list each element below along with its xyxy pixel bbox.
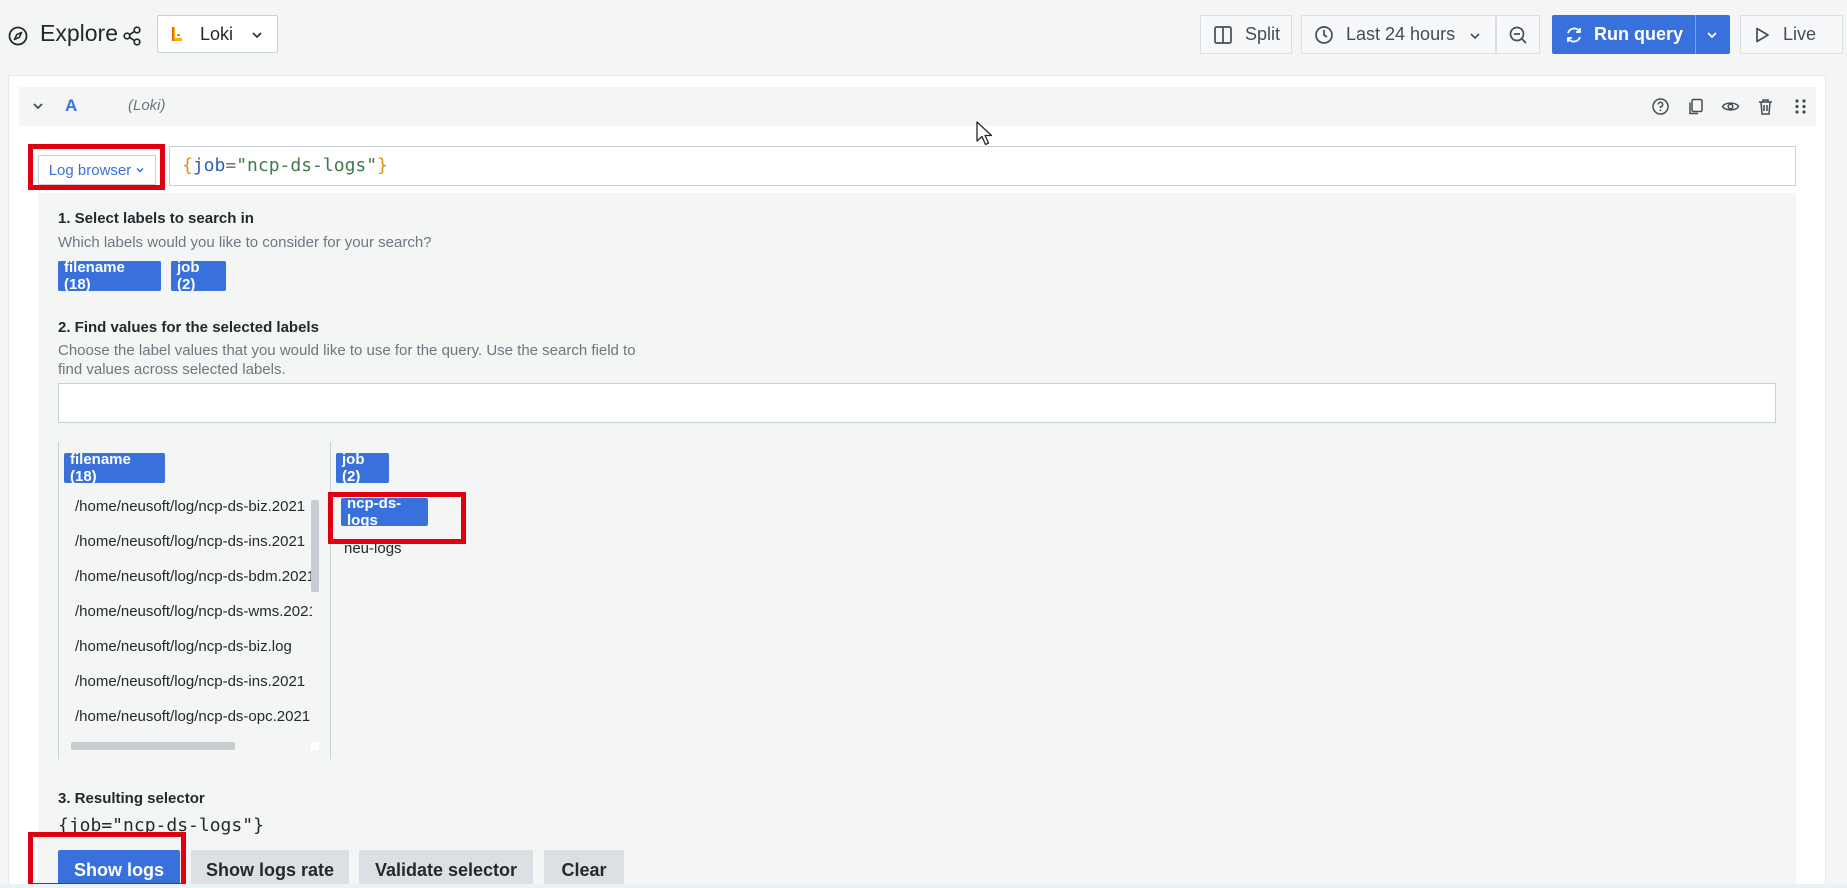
list-item[interactable]: /home/neusoft/log/ncp-ds-wms.2021 xyxy=(75,603,312,620)
columns-icon xyxy=(1214,25,1232,44)
filename-values-list: filename (18) /home/neusoft/log/ncp-ds-b… xyxy=(58,442,331,759)
label-chip-filename[interactable]: filename (18) xyxy=(58,259,161,293)
zoom-out-icon xyxy=(1509,26,1527,44)
datasource-picker[interactable]: Loki xyxy=(157,15,278,53)
trash-icon[interactable] xyxy=(1756,97,1775,116)
help-icon[interactable] xyxy=(1651,97,1670,116)
query-ref-id[interactable]: A xyxy=(65,96,77,116)
split-button[interactable]: Split xyxy=(1200,15,1292,54)
live-label: Live xyxy=(1783,24,1817,44)
query-datasource-name: (Loki) xyxy=(128,97,166,114)
step1-description: Which labels would you like to consider … xyxy=(58,234,432,251)
zoom-out-button[interactable] xyxy=(1496,15,1540,54)
horizontal-scrollbar[interactable] xyxy=(71,742,235,750)
eye-icon[interactable] xyxy=(1721,97,1740,116)
step2-description-line1: Choose the label values that you would l… xyxy=(58,342,636,359)
bottom-border xyxy=(0,884,1847,888)
chevron-down-icon xyxy=(1470,33,1480,40)
copy-icon[interactable] xyxy=(1686,97,1705,116)
datasource-name: Loki xyxy=(200,23,234,44)
time-range-label: Last 24 hours xyxy=(1346,24,1456,44)
vertical-scrollbar[interactable] xyxy=(311,500,319,592)
chevron-down-icon[interactable] xyxy=(31,99,45,113)
chevron-down-icon xyxy=(252,32,262,39)
list-item[interactable]: /home/neusoft/log/ncp-ds-biz.2021 xyxy=(75,498,312,515)
split-label: Split xyxy=(1245,24,1281,44)
top-toolbar: Explore Loki Split Last 24 hours Run que… xyxy=(0,0,1847,70)
list-item[interactable]: /home/neusoft/log/ncp-ds-opc.2021 xyxy=(75,708,312,725)
step2-title: 2. Find values for the selected labels xyxy=(58,319,319,336)
query-operator: = xyxy=(225,155,237,176)
list-item[interactable]: /home/neusoft/log/ncp-ds-ins.2021 xyxy=(75,533,312,550)
query-row-header: A (Loki) xyxy=(19,87,1816,126)
time-range-picker[interactable]: Last 24 hours xyxy=(1301,15,1496,54)
log-browser-panel: 1. Select labels to search in Which labe… xyxy=(38,193,1796,888)
list-item[interactable]: /home/neusoft/log/ncp-ds-biz.log xyxy=(75,638,312,655)
values-header-job[interactable]: job (2) xyxy=(336,451,389,485)
step3-title: 3. Resulting selector xyxy=(58,790,205,807)
chevron-down-icon[interactable] xyxy=(1706,29,1718,41)
refresh-icon xyxy=(1567,27,1581,42)
play-icon xyxy=(1756,27,1769,42)
validate-selector-button[interactable]: Validate selector xyxy=(359,850,533,888)
scrollbar-corner xyxy=(311,742,319,750)
run-query-button[interactable]: Run query xyxy=(1552,15,1730,54)
label-values-search-input[interactable] xyxy=(58,383,1776,423)
query-row-actions xyxy=(1651,97,1810,116)
query-open-brace: { xyxy=(182,155,193,176)
query-label-value: "ncp-ds-logs" xyxy=(236,155,378,176)
label-chip-job[interactable]: job (2) xyxy=(171,259,226,293)
run-query-label: Run query xyxy=(1594,24,1684,44)
clock-icon xyxy=(1315,25,1333,44)
job-values-list: job (2) ncp-ds-logs neu-logs xyxy=(330,442,630,759)
compass-icon xyxy=(8,26,28,46)
step2-description-line2: find values across selected labels. xyxy=(58,361,286,378)
drag-handle-icon[interactable] xyxy=(1791,97,1810,116)
list-item[interactable]: /home/neusoft/log/ncp-ds-bdm.2021 xyxy=(75,568,312,585)
highlight-box-show-logs xyxy=(28,832,186,888)
step1-title: 1. Select labels to search in xyxy=(58,210,254,227)
query-label-key: job xyxy=(192,155,226,176)
live-button[interactable]: Live xyxy=(1740,15,1843,54)
query-close-brace: } xyxy=(377,155,388,176)
highlight-box-log-browser xyxy=(28,144,165,190)
list-item[interactable]: /home/neusoft/log/ncp-ds-ins.2021 xyxy=(75,673,312,690)
show-logs-rate-button[interactable]: Show logs rate xyxy=(191,850,349,888)
loki-logo-icon xyxy=(172,27,182,41)
page-title: Explore xyxy=(40,20,118,46)
share-icon[interactable] xyxy=(121,25,143,47)
button-divider xyxy=(1695,15,1696,54)
clear-button[interactable]: Clear xyxy=(544,850,624,888)
query-editor[interactable]: {job="ncp-ds-logs"} xyxy=(169,146,1796,186)
highlight-box-job-value xyxy=(328,492,466,544)
mouse-cursor-icon xyxy=(976,121,993,146)
values-header-filename[interactable]: filename (18) xyxy=(64,451,165,485)
